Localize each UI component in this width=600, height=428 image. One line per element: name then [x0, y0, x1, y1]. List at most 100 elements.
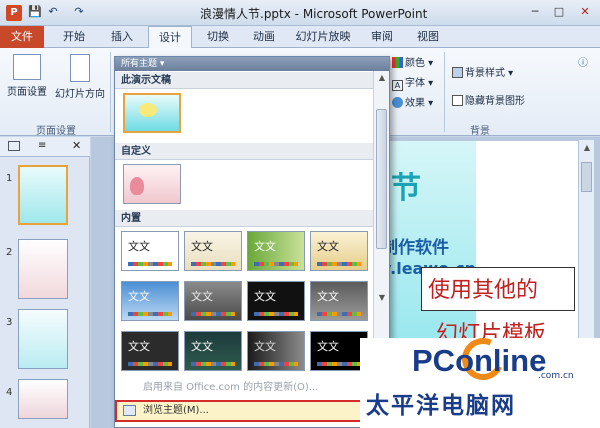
tab-home[interactable]: 开始	[52, 26, 96, 48]
theme-decoration	[130, 177, 144, 195]
theme-color-dots	[317, 312, 361, 316]
section-current-header: 此演示文稿	[115, 72, 373, 89]
slide-orientation-button[interactable]: 幻灯片方向	[52, 54, 108, 100]
window-title: 浪漫情人节.pptx - Microsoft PowerPoint	[200, 7, 428, 21]
gallery-scroll-thumb[interactable]	[376, 109, 387, 249]
slides-tab-icon[interactable]	[8, 141, 20, 151]
theme-sample-text: 文文	[254, 240, 276, 253]
orientation-label: 幻灯片方向	[55, 89, 105, 100]
theme-gallery-dropdown: 所有主题 ▾ 此演示文稿 自定义 内置 文文 文文 文文 文文 文文 文文 文文…	[114, 56, 390, 428]
theme-thumbnail-current[interactable]	[123, 93, 181, 133]
theme-thumbnail[interactable]: 文文	[310, 231, 368, 271]
theme-filter-label: 所有主题	[121, 59, 158, 69]
ribbon-tabs: 文件 开始 插入 设计 切换 动画 幻灯片放映 审阅 视图	[0, 26, 600, 49]
slide-body-text[interactable]: 使用其他的	[428, 272, 538, 304]
fonts-button[interactable]: A 字体 ▾	[392, 74, 433, 91]
folder-icon	[123, 405, 136, 416]
help-icon[interactable]: ⓘ	[578, 54, 588, 69]
theme-color-dots	[191, 262, 235, 266]
effects-button[interactable]: 效果 ▾	[392, 94, 433, 109]
theme-thumbnail[interactable]: 文文	[310, 281, 368, 321]
tab-insert[interactable]: 插入	[100, 26, 144, 48]
scroll-up-icon[interactable]: ▲	[579, 140, 595, 156]
save-icon[interactable]: 💾	[28, 5, 42, 19]
slides-panel: ≡ ✕ 1 2 3 4	[0, 137, 90, 428]
checkbox-icon	[452, 95, 463, 106]
close-panel-icon[interactable]: ✕	[72, 139, 81, 152]
close-button[interactable]: ✕	[574, 3, 596, 21]
theme-thumbnail[interactable]: 文文	[184, 331, 242, 371]
maximize-button[interactable]: □	[548, 3, 570, 21]
title-bar: P 💾 ↶ ↷ 浪漫情人节.pptx - Microsoft PowerPoin…	[0, 0, 600, 26]
slide-title-text[interactable]: 节	[391, 163, 421, 207]
scroll-down-icon[interactable]: ▼	[374, 291, 390, 305]
slide-thumbnail[interactable]	[18, 309, 68, 369]
tab-view[interactable]: 视图	[406, 26, 450, 48]
group-background-label: 背景	[470, 126, 490, 137]
online-updates-label: 启用来自 Office.com 的内容更新(O)...	[143, 382, 319, 393]
browse-themes-label: 浏览主题(M)...	[143, 405, 209, 416]
theme-thumbnail[interactable]: 文文	[247, 281, 305, 321]
undo-icon[interactable]: ↶	[46, 5, 60, 19]
enable-online-updates-item: 启用来自 Office.com 的内容更新(O)...	[117, 379, 373, 397]
pconline-watermark: PConline .com.cn 太平洋电脑网	[360, 332, 600, 428]
background-styles-button[interactable]: 背景样式 ▾	[452, 64, 513, 79]
tab-design[interactable]: 设计	[148, 26, 192, 49]
section-custom-header: 自定义	[115, 143, 373, 160]
theme-color-dots	[254, 362, 298, 366]
tab-animations[interactable]: 动画	[242, 26, 286, 48]
theme-sample-text: 文文	[191, 240, 213, 253]
powerpoint-app-icon[interactable]: P	[6, 5, 22, 21]
slide-thumbnail[interactable]	[18, 239, 68, 299]
slide-thumbnail[interactable]	[18, 379, 68, 419]
slide-number: 4	[6, 387, 13, 398]
theme-sample-text: 文文	[317, 290, 339, 303]
orientation-icon	[70, 54, 90, 82]
theme-thumbnail-custom[interactable]	[123, 164, 181, 204]
colors-icon	[392, 57, 403, 68]
theme-sample-text: 文文	[317, 240, 339, 253]
scroll-up-icon[interactable]: ▲	[374, 71, 390, 85]
fonts-label: 字体	[405, 78, 425, 89]
page-setup-button[interactable]: 页面设置	[4, 54, 50, 98]
hide-background-checkbox[interactable]: 隐藏背景图形	[452, 92, 525, 107]
redo-icon[interactable]: ↷	[72, 5, 86, 19]
minimize-button[interactable]: ─	[524, 3, 546, 21]
theme-thumbnail[interactable]: 文文	[247, 331, 305, 371]
theme-thumbnail[interactable]: 文文	[121, 281, 179, 321]
colors-button[interactable]: 颜色 ▾	[392, 54, 433, 69]
theme-thumbnail[interactable]: 文文	[121, 331, 179, 371]
scroll-thumb[interactable]	[581, 162, 592, 192]
theme-sample-text: 文文	[128, 340, 150, 353]
colors-label: 颜色	[405, 58, 425, 69]
theme-color-dots	[128, 262, 172, 266]
background-styles-icon	[452, 67, 463, 78]
slide-thumbnail[interactable]	[18, 165, 68, 225]
theme-color-dots	[128, 312, 172, 316]
slide-number: 3	[6, 317, 13, 328]
watermark-subtitle: 太平洋电脑网	[366, 393, 516, 419]
theme-color-dots	[191, 362, 235, 366]
theme-decoration	[139, 103, 157, 117]
theme-color-dots	[317, 362, 361, 366]
theme-sample-text: 文文	[191, 290, 213, 303]
watermark-logo: PConline	[412, 343, 547, 378]
tab-slideshow[interactable]: 幻灯片放映	[290, 26, 356, 48]
theme-thumbnail[interactable]: 文文	[247, 231, 305, 271]
theme-thumbnail[interactable]: 文文	[184, 231, 242, 271]
group-page-setup-label: 页面设置	[36, 126, 76, 137]
background-styles-label: 背景样式	[465, 68, 505, 79]
theme-sample-text: 文文	[191, 340, 213, 353]
theme-filter-combo[interactable]: 所有主题 ▾	[115, 57, 389, 71]
slide-subtitle-text[interactable]: 制作软件	[381, 233, 449, 258]
theme-color-dots	[317, 262, 361, 266]
tab-file[interactable]: 文件	[0, 26, 44, 48]
effects-label: 效果	[405, 98, 425, 109]
browse-themes-item[interactable]: 浏览主题(M)...	[115, 400, 373, 422]
theme-thumbnail[interactable]: 文文	[184, 281, 242, 321]
tab-review[interactable]: 审阅	[360, 26, 404, 48]
outline-tab-icon[interactable]: ≡	[38, 140, 46, 151]
theme-color-dots	[254, 262, 298, 266]
tab-transitions[interactable]: 切换	[196, 26, 240, 48]
theme-thumbnail[interactable]: 文文	[121, 231, 179, 271]
